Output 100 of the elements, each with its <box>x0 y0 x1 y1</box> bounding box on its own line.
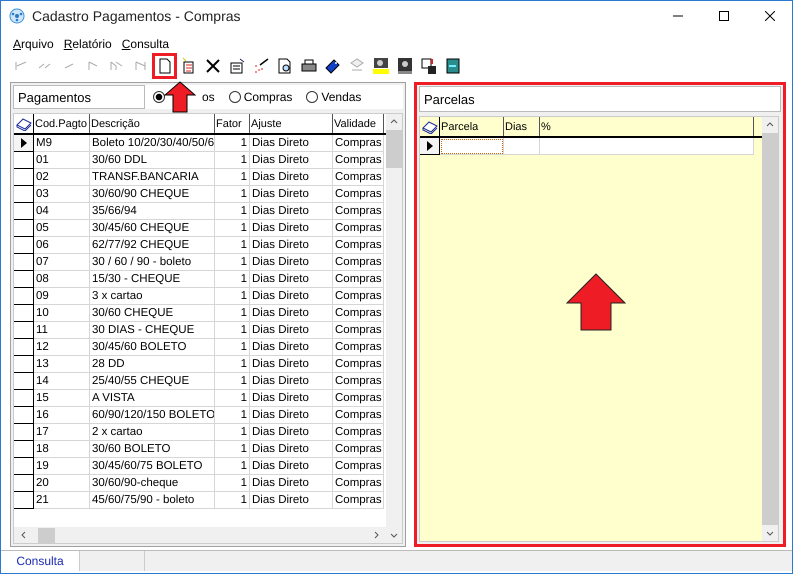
menu-item[interactable]: Relatório <box>64 37 112 51</box>
row-indicator[interactable] <box>14 152 34 169</box>
row-indicator[interactable] <box>14 271 34 288</box>
scroll-right-icon[interactable] <box>372 531 380 539</box>
table-cell: 1 <box>215 356 250 373</box>
column-header[interactable]: Ajuste <box>250 114 333 133</box>
scrollbar-thumb[interactable] <box>38 528 55 542</box>
table-cell: 14 <box>34 373 90 390</box>
table-cell: 03 <box>34 186 90 203</box>
row-indicator[interactable] <box>14 237 34 254</box>
column-header[interactable]: % <box>540 117 754 136</box>
scroll-up-icon[interactable] <box>390 118 398 126</box>
table-cell: 1 <box>215 135 250 152</box>
row-indicator[interactable] <box>14 441 34 458</box>
table-cell: Compras <box>333 407 384 424</box>
column-header[interactable]: Fator <box>215 114 250 133</box>
table-cell: Compras <box>333 203 384 220</box>
table-cell: 3 x cartao <box>90 288 215 305</box>
table-cell: Dias Direto <box>250 492 333 509</box>
book-icon <box>422 120 438 134</box>
row-indicator[interactable] <box>14 407 34 424</box>
row-indicator[interactable] <box>14 203 34 220</box>
radio-label[interactable]: Vendas <box>321 90 362 104</box>
close-icon[interactable] <box>765 11 775 21</box>
scroll-up-icon[interactable] <box>766 121 774 129</box>
exit-icon <box>444 57 462 75</box>
table-cell: 07 <box>34 254 90 271</box>
row-indicator[interactable] <box>14 169 34 186</box>
column-header[interactable]: Cod.Pagto <box>34 114 90 133</box>
table-cell: Dias Direto <box>250 305 333 322</box>
table-cell: Compras <box>333 339 384 356</box>
table-cell: 04 <box>34 203 90 220</box>
prior-page-icon <box>38 63 51 69</box>
table-cell: 1 <box>215 475 250 492</box>
table-cell: 30/60 BOLETO <box>90 441 215 458</box>
table-cell: Dias Direto <box>250 271 333 288</box>
table-cell: Dias Direto <box>250 458 333 475</box>
table-cell: 2 x cartao <box>90 424 215 441</box>
maximize-icon[interactable] <box>719 11 729 21</box>
row-indicator[interactable] <box>14 322 34 339</box>
scroll-left-icon[interactable] <box>20 531 28 539</box>
row-indicator[interactable] <box>14 135 34 152</box>
row-indicator[interactable] <box>14 339 34 356</box>
column-header[interactable]: Validade <box>333 114 384 133</box>
table-cell: 1 <box>215 458 250 475</box>
prior-icon <box>64 63 74 69</box>
scroll-down-icon[interactable] <box>390 531 398 539</box>
radio-button[interactable] <box>306 91 318 103</box>
table-cell: Compras <box>333 424 384 441</box>
table-cell: 1 <box>215 220 250 237</box>
table-cell: 21 <box>34 492 90 509</box>
input-field[interactable] <box>504 138 540 155</box>
radio-label[interactable]: os <box>202 90 215 104</box>
table-cell: 28 DD <box>90 356 215 373</box>
table-cell: 62/77/92 CHEQUE <box>90 237 215 254</box>
row-indicator[interactable] <box>14 220 34 237</box>
row-indicator[interactable] <box>420 138 440 155</box>
menu-item[interactable]: Arquivo <box>13 37 54 51</box>
row-indicator[interactable] <box>14 305 34 322</box>
input-field[interactable] <box>440 138 504 155</box>
row-indicator[interactable] <box>14 186 34 203</box>
table-cell: Dias Direto <box>250 441 333 458</box>
row-indicator[interactable] <box>14 475 34 492</box>
column-header[interactable]: Parcela <box>440 117 504 136</box>
table-cell: Dias Direto <box>250 424 333 441</box>
new-document-button[interactable] <box>154 55 175 77</box>
toolbar-button[interactable] <box>370 55 391 77</box>
table-cell: Dias Direto <box>250 322 333 339</box>
scroll-down-icon[interactable] <box>766 529 774 537</box>
row-indicator[interactable] <box>14 254 34 271</box>
delete-icon <box>204 57 222 75</box>
row-indicator[interactable] <box>14 458 34 475</box>
row-indicator[interactable] <box>14 390 34 407</box>
table-cell: Compras <box>333 458 384 475</box>
scrollbar-thumb[interactable] <box>386 130 402 168</box>
row-indicator[interactable] <box>14 373 34 390</box>
row-indicator[interactable] <box>14 492 34 509</box>
table-cell: 01 <box>34 152 90 169</box>
row-indicator[interactable] <box>14 288 34 305</box>
input-field[interactable] <box>540 138 754 155</box>
table-cell: 19 <box>34 458 90 475</box>
table-cell: 1 <box>215 390 250 407</box>
radio-button[interactable] <box>153 91 165 103</box>
table-cell: 1 <box>215 237 250 254</box>
table-cell: 1 <box>215 339 250 356</box>
column-header[interactable]: Dias <box>504 117 540 136</box>
table-cell: Compras <box>333 135 384 152</box>
menu-item[interactable]: Consulta <box>122 37 170 51</box>
radio-label[interactable]: Compras <box>244 90 292 104</box>
table-cell: Dias Direto <box>250 152 333 169</box>
table-cell: 1 <box>215 373 250 390</box>
row-indicator[interactable] <box>14 424 34 441</box>
radio-button[interactable] <box>228 91 241 103</box>
panel-title: Parcelas <box>424 92 475 106</box>
column-header[interactable]: Descrição <box>90 114 215 133</box>
table-cell: 1 <box>215 169 250 186</box>
table-cell: 1 <box>215 441 250 458</box>
row-indicator[interactable] <box>14 356 34 373</box>
scrollbar-thumb[interactable] <box>762 133 778 525</box>
status-tab[interactable]: Consulta <box>1 551 80 571</box>
